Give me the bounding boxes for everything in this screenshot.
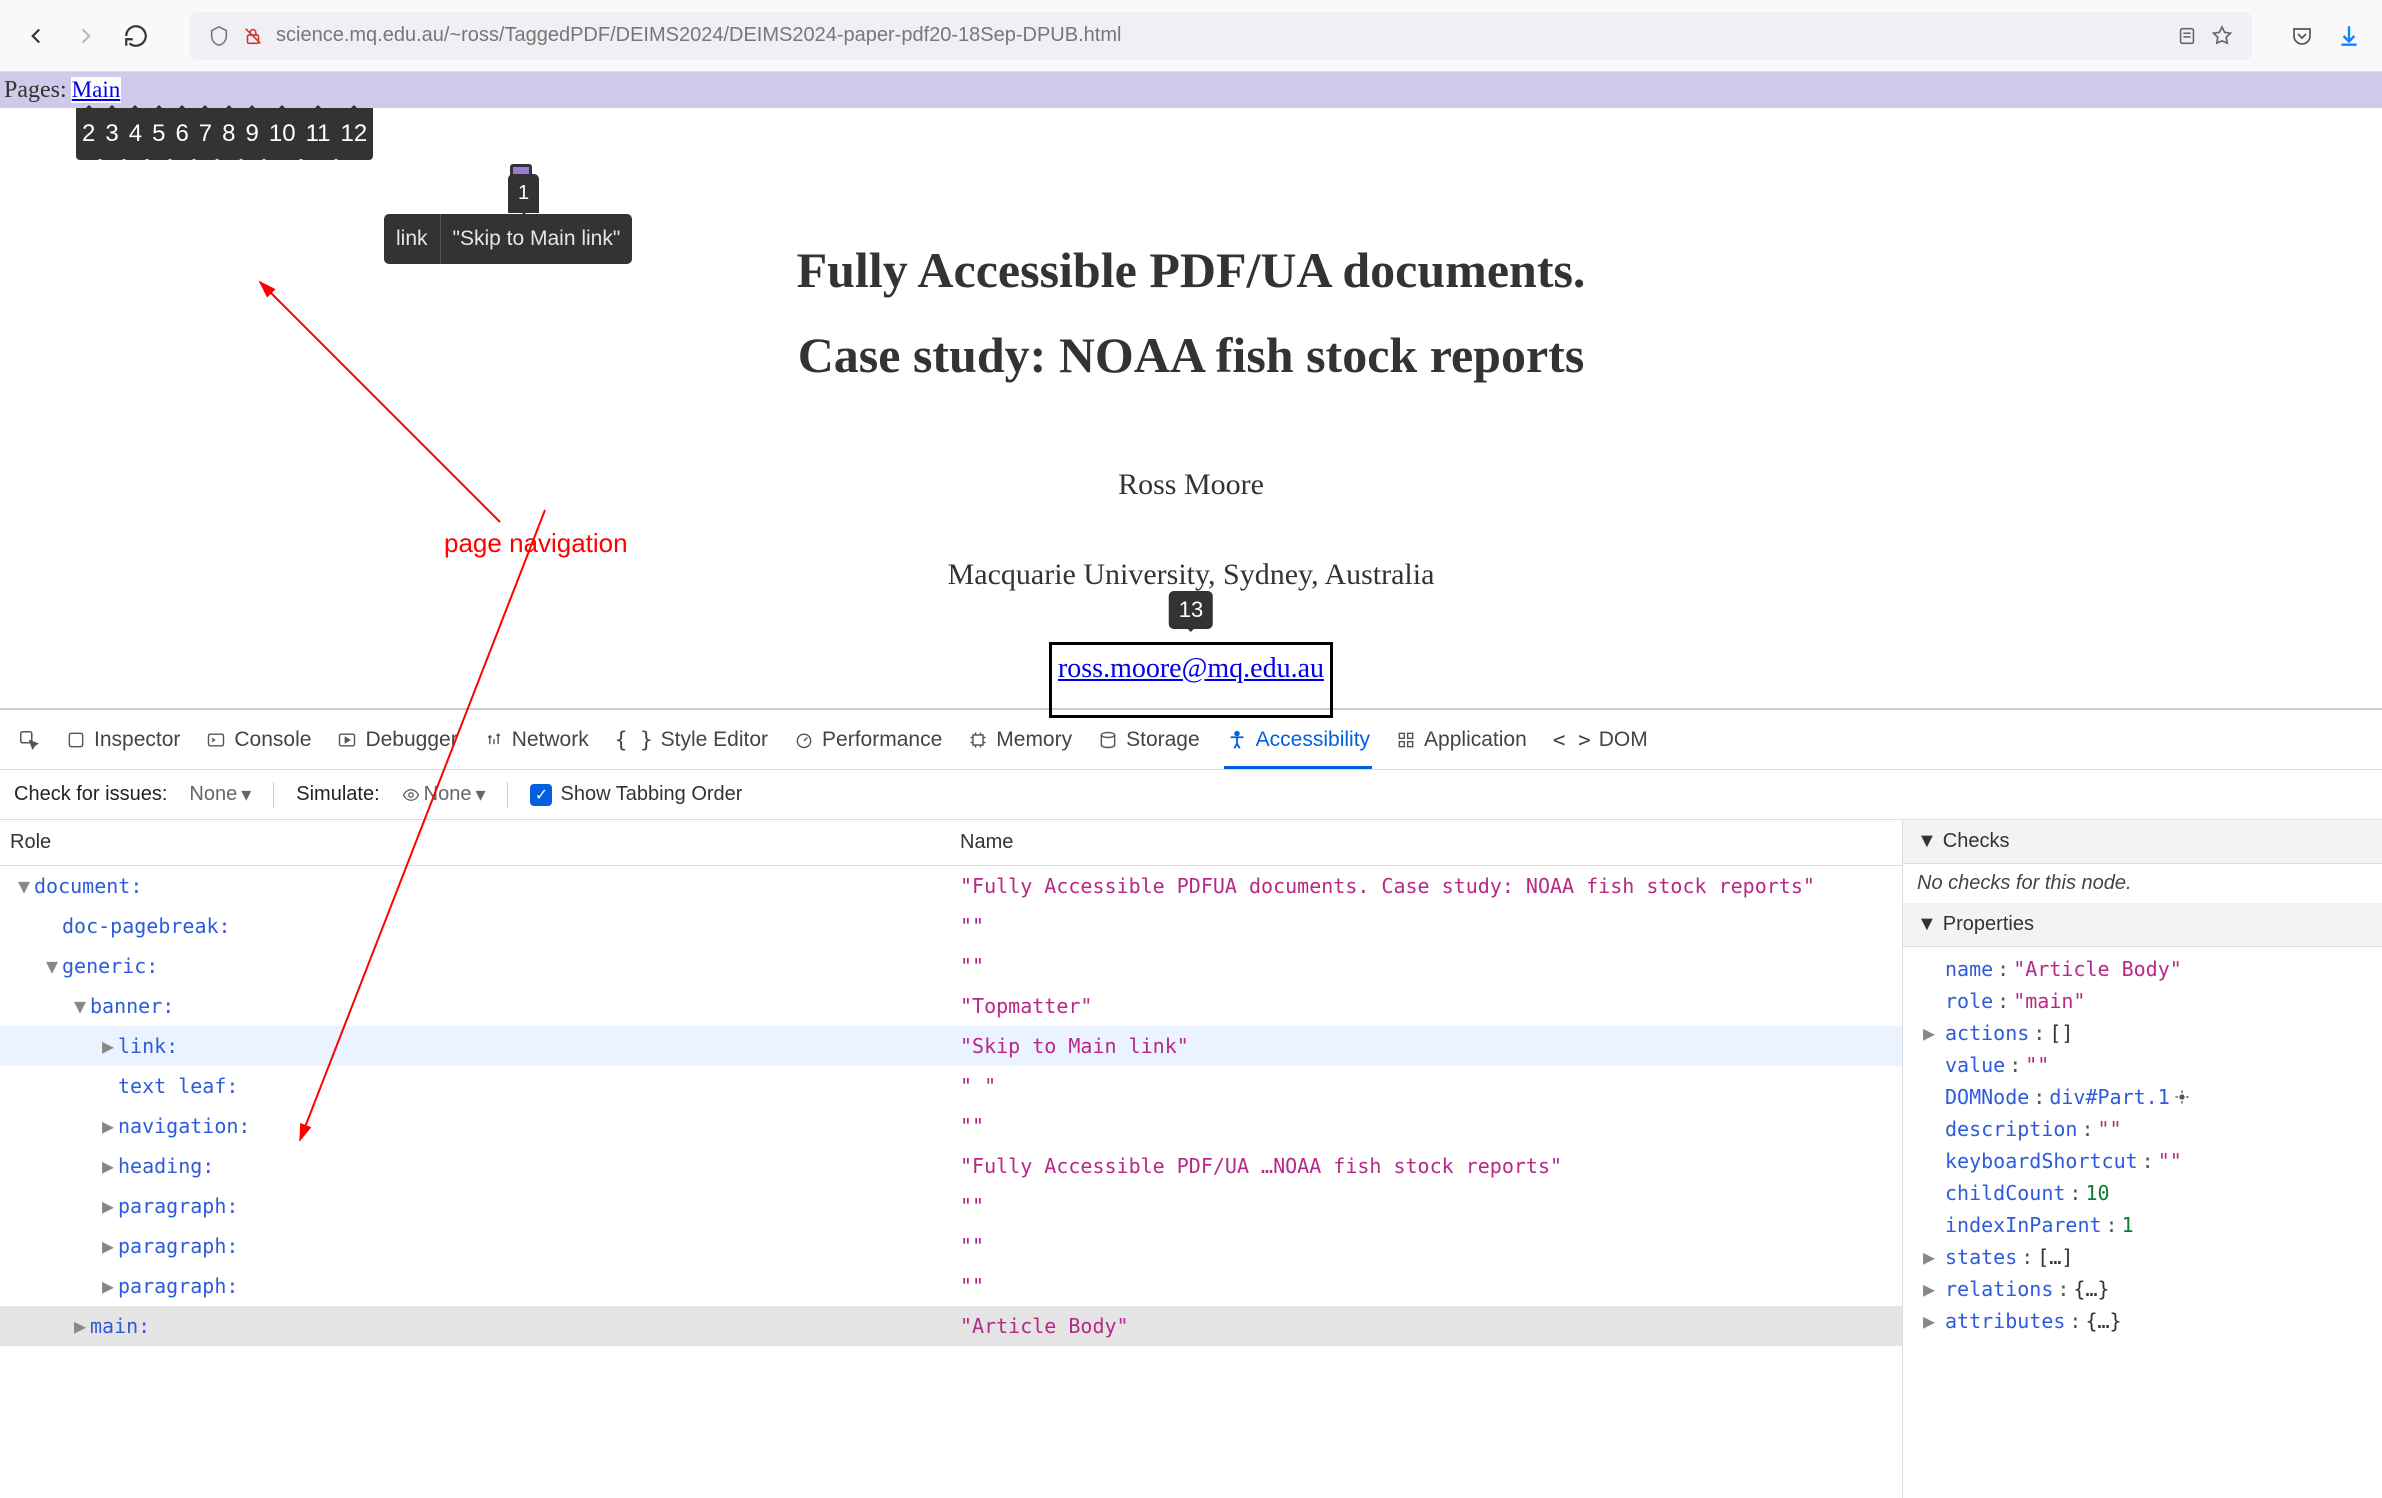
tree-row[interactable]: ▼generic:"" [0,946,1902,986]
doc-author: Ross Moore [0,468,2382,502]
tab-order-badge: 7 [193,108,218,160]
property-row[interactable]: DOMNode: div#Part.1 [1903,1081,2382,1113]
property-row[interactable]: ▶relations: {…} [1903,1273,2382,1305]
tab-order-strip: 23456789101112 [76,108,371,160]
devtools-right-panel: ▼ Checks No checks for this node. ▼ Prop… [1902,820,2382,1498]
show-tabbing-order-checkbox[interactable]: ✓ Show Tabbing Order [530,783,742,806]
devtools-tabs: Inspector Console Debugger Network { } S… [0,710,2382,770]
tree-row[interactable]: ▶heading:"Fully Accessible PDF/UA …NOAA … [0,1146,1902,1186]
tab-order-badge: 8 [216,108,241,160]
annotation-label: page navigation [444,528,628,559]
tree-row[interactable]: ▶navigation:"" [0,1106,1902,1146]
tab-storage[interactable]: Storage [1096,722,1202,758]
tab-order-badge: 4 [123,108,148,160]
tab-order-badge: 11 [300,108,337,160]
tab-order-badge: 6 [169,108,194,160]
title-line-2: Case study: NOAA fish stock reports [798,327,1585,383]
download-icon[interactable] [2336,23,2362,49]
tree-row[interactable]: doc-pagebreak:"" [0,906,1902,946]
doc-email-link[interactable]: ross.moore@mq.edu.au [1058,653,1324,684]
property-row[interactable]: childCount: 10 [1903,1177,2382,1209]
tree-row[interactable]: ▶main:"Article Body" [0,1306,1902,1346]
shield-icon [208,25,230,47]
tree-header-name: Name [960,831,1902,854]
tab-accessibility[interactable]: Accessibility [1224,711,1372,769]
simulate-dropdown[interactable]: None ▾ [402,782,486,807]
tooltip-text: "Skip to Main link" [441,214,633,264]
tab-order-badge: 5 [146,108,171,160]
property-row[interactable]: ▶attributes: {…} [1903,1305,2382,1337]
reload-button[interactable] [120,20,152,52]
accessibility-tree-panel: Role Name ▼document:"Fully Accessible PD… [0,820,1902,1498]
tree-row[interactable]: ▼document:"Fully Accessible PDFUA docume… [0,866,1902,906]
property-row[interactable]: name: "Article Body" [1903,953,2382,985]
property-row[interactable]: role: "main" [1903,985,2382,1017]
tab-style-editor[interactable]: { } Style Editor [613,722,770,758]
tab-order-badge-13: 13 [1169,591,1213,629]
property-row[interactable]: ▶actions: [] [1903,1017,2382,1049]
tab-order-badge: 3 [99,108,124,160]
tab-order-badge: 9 [240,108,265,160]
tree-row[interactable]: ▶paragraph:"" [0,1186,1902,1226]
tree-row[interactable]: text leaf:" " [0,1066,1902,1106]
tab-dom[interactable]: < > DOM [1551,722,1650,758]
property-row[interactable]: value: "" [1903,1049,2382,1081]
tooltip-role: link [384,214,441,264]
forward-button[interactable] [70,20,102,52]
devtools-subbar: Check for issues: None ▾ Simulate: None … [0,770,2382,820]
tree-header-role: Role [10,831,960,854]
doc-affiliation: Macquarie University, Sydney, Australia [0,558,2382,592]
bookmark-star-icon[interactable] [2210,24,2234,48]
properties-section-header[interactable]: ▼ Properties [1903,903,2382,947]
tree-row[interactable]: ▶paragraph:"" [0,1226,1902,1266]
accessibility-tooltip: 1 link "Skip to Main link" [384,214,632,264]
tab-debugger[interactable]: Debugger [335,722,459,758]
page-content: Pages: Main 23456789101112 1 link "Skip … [0,72,2382,708]
tree-row[interactable]: ▼banner:"Topmatter" [0,986,1902,1026]
tab-inspector[interactable]: Inspector [64,722,182,758]
checks-body: No checks for this node. [1903,864,2382,903]
property-row[interactable]: ▶states: […] [1903,1241,2382,1273]
browser-toolbar: science.mq.edu.au/~ross/TaggedPDF/DEIMS2… [0,0,2382,72]
simulate-label: Simulate: [296,783,379,806]
tab-network[interactable]: Network [482,722,591,758]
checkbox-checked-icon: ✓ [530,784,552,806]
pick-element-button[interactable] [16,723,42,757]
pages-label: Pages: [4,77,67,104]
lock-slash-icon [242,25,264,47]
devtools: Inspector Console Debugger Network { } S… [0,708,2382,1498]
check-issues-dropdown[interactable]: None ▾ [189,782,251,807]
tab-application[interactable]: Application [1394,722,1529,758]
url-text: science.mq.edu.au/~ross/TaggedPDF/DEIMS2… [276,24,1121,47]
tab-console[interactable]: Console [204,722,313,758]
doc-title: Fully Accessible PDF/UA documents. Case … [0,228,2382,398]
tab-order-badge: 1 [508,174,539,213]
reader-icon[interactable] [2176,25,2198,47]
pocket-icon[interactable] [2290,24,2314,48]
tab-performance[interactable]: Performance [792,722,944,758]
tree-row[interactable]: ▶paragraph:"" [0,1266,1902,1306]
tree-row[interactable]: ▶link:"Skip to Main link" [0,1026,1902,1066]
tab-order-badge: 10 [263,108,302,160]
doc-email-box: 13 ross.moore@mq.edu.au [1049,642,1333,718]
tab-memory[interactable]: Memory [966,722,1074,758]
back-button[interactable] [20,20,52,52]
property-row[interactable]: description: "" [1903,1113,2382,1145]
check-issues-label: Check for issues: [14,783,167,806]
title-line-1: Fully Accessible PDF/UA documents. [797,242,1586,298]
property-row[interactable]: keyboardShortcut: "" [1903,1145,2382,1177]
twisty-icon: ▼ [1917,913,1937,936]
tab-order-badge: 12 [335,108,374,160]
tab-order-badge: 2 [76,108,101,160]
url-bar[interactable]: science.mq.edu.au/~ross/TaggedPDF/DEIMS2… [190,12,2252,60]
property-row[interactable]: indexInParent: 1 [1903,1209,2382,1241]
checks-section-header[interactable]: ▼ Checks [1903,820,2382,864]
twisty-icon: ▼ [1917,830,1937,853]
